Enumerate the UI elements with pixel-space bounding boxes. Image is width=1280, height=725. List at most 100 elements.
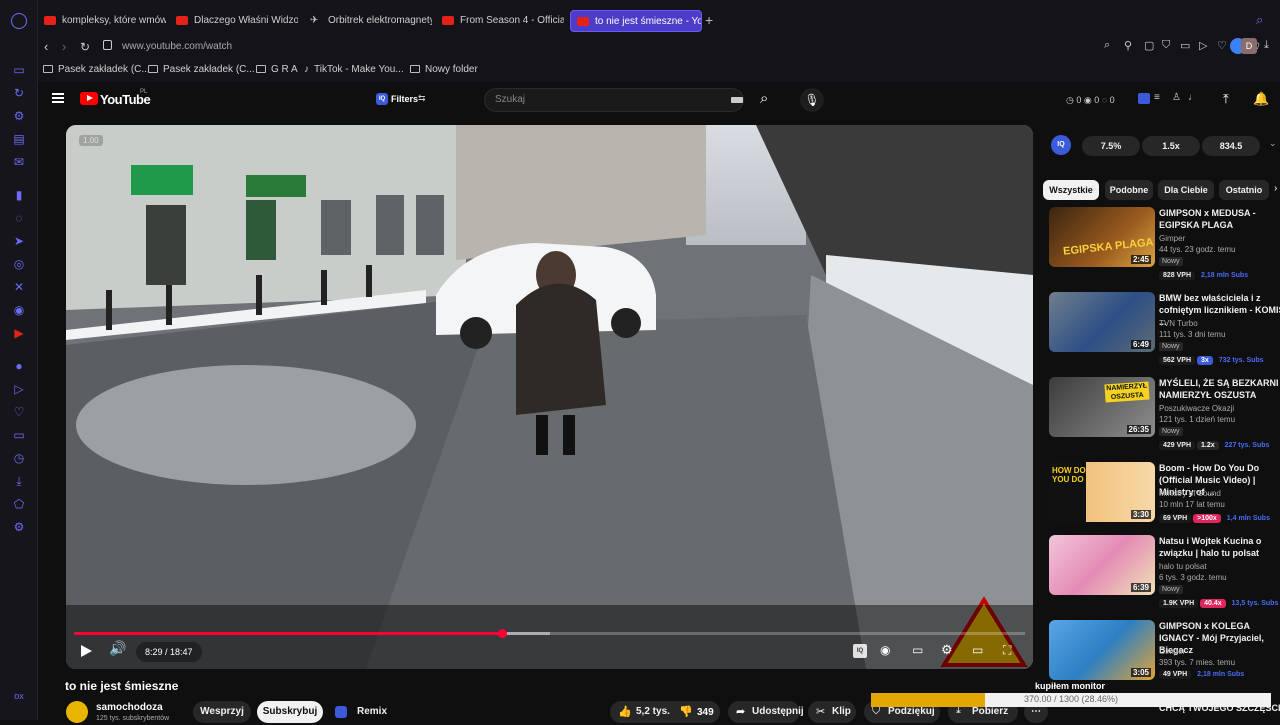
zoom-icon[interactable]: ⌕ — [1104, 39, 1110, 52]
twitch-icon[interactable]: ▮ — [11, 187, 27, 203]
video-thumbnail[interactable]: NAMIERZYŁ OSZUSTA 26:35 — [1049, 377, 1155, 437]
bookmark-link[interactable]: ♪ TikTok - Make You... — [304, 64, 404, 75]
heart-ext-icon[interactable]: ♡ — [1217, 39, 1227, 52]
wallet-icon[interactable]: ▭ — [11, 427, 27, 443]
chips-next-icon[interactable]: › — [1274, 183, 1277, 194]
chat-icon[interactable]: ◌ — [11, 210, 27, 226]
x-icon[interactable]: ✕ — [11, 279, 27, 295]
heart-icon[interactable]: ♡ — [11, 404, 27, 420]
forward-icon[interactable]: › — [62, 39, 66, 54]
video-thumbnail[interactable]: 6:49 — [1049, 292, 1155, 352]
card-channel[interactable]: Gimper — [1159, 647, 1185, 656]
recommendation-card[interactable]: EGIPSKA PLAGA 2:45 GIMPSON x MEDUSA - EG… — [1049, 207, 1280, 287]
shield-icon[interactable]: ⛉ — [1162, 39, 1170, 52]
reload-icon[interactable]: ↻ — [80, 40, 90, 54]
telegram-icon[interactable]: ➤ — [11, 233, 27, 249]
robot-icon[interactable]: ⚙ — [11, 108, 27, 124]
reader-icon[interactable]: ▭ — [1180, 39, 1190, 52]
volume-icon[interactable]: 🔊 — [109, 640, 126, 657]
channel-name[interactable]: samochodoza — [96, 702, 163, 713]
theater-icon[interactable]: ▭ — [972, 643, 983, 657]
thumb-down-icon[interactable]: 👎 — [679, 705, 693, 718]
seek-handle[interactable] — [497, 629, 507, 638]
messenger-icon[interactable]: ▭ — [11, 62, 27, 78]
search-icon[interactable]: ⌕ — [760, 90, 768, 107]
recommendation-card[interactable]: HOW DO YOU DO 3:30 Boom - How Do You Do … — [1049, 462, 1280, 542]
tab-1[interactable]: kompleksy, które wmówiły — [38, 10, 166, 32]
bookmark-folder[interactable]: Pasek zakładek (C... — [148, 64, 255, 75]
discord-icon[interactable]: ◉ — [11, 302, 27, 318]
bookmark-folder[interactable]: G R A — [256, 64, 298, 75]
card-channel[interactable]: Gimper — [1159, 234, 1185, 243]
download-app-icon[interactable]: ⤓ — [11, 473, 27, 489]
bell-alt-icon[interactable]: ♩ — [1188, 92, 1198, 103]
recommendation-card[interactable]: NAMIERZYŁ OSZUSTA 26:35 MYŚLELI, ŻE SĄ B… — [1049, 377, 1280, 457]
iq-expand-icon[interactable]: ⌄ — [1269, 138, 1277, 149]
subtitles-icon[interactable]: ▭ — [912, 643, 923, 657]
card-title[interactable]: GIMPSON x MEDUSA - EGIPSKA PLAGA — [1159, 207, 1280, 231]
keyboard-icon[interactable] — [731, 97, 743, 103]
iq-ext-icon[interactable] — [1138, 93, 1150, 104]
youtube-app-icon[interactable]: ▶ — [11, 325, 27, 341]
more-app-icon[interactable]: ox — [11, 688, 27, 704]
card-channel[interactable]: Ministry of Sound — [1159, 489, 1221, 498]
notes-icon[interactable]: ▤ — [11, 131, 27, 147]
card-title[interactable]: Natsu i Wojtek Kucina o związku | halo t… — [1159, 535, 1280, 559]
seek-bar[interactable] — [74, 629, 1025, 638]
card-channel[interactable]: TVN Turbo — [1159, 319, 1198, 328]
profile-avatar[interactable]: D — [1241, 38, 1257, 54]
refresh-app-icon[interactable]: ↻ — [11, 85, 27, 101]
search-input[interactable]: Szukaj — [484, 88, 744, 112]
menu-icon[interactable] — [52, 93, 64, 103]
notifications-icon[interactable]: 🔔 — [1253, 91, 1269, 107]
video-thumbnail[interactable]: HOW DO YOU DO 3:30 — [1049, 462, 1155, 522]
tab-3[interactable]: ✈ Orbitrek elektromagnetyczny — [304, 10, 432, 32]
tab-search-icon[interactable]: ⌕ — [1256, 12, 1263, 28]
send-icon[interactable]: ▷ — [11, 381, 27, 397]
card-title[interactable]: MYŚLELI, ŻE SĄ BEZKARNI - NAMIERZYŁ OSZU… — [1159, 377, 1280, 401]
history-icon[interactable]: ◷ — [11, 450, 27, 466]
video-player[interactable]: 1.00 🔊 8:29 / 18:47 IQ ◉ ▭ ⚙ ▭ ⛶ — [66, 125, 1033, 669]
lock-icon[interactable] — [103, 40, 112, 50]
url-field[interactable]: www.youtube.com/watch — [122, 41, 232, 52]
card-channel[interactable]: Poszukiwacze Okazji — [1159, 404, 1234, 413]
user-icon[interactable]: ♙ — [1172, 92, 1181, 103]
youtube-logo-icon[interactable] — [80, 92, 98, 105]
autoplay-icon[interactable]: ◉ — [880, 643, 890, 657]
browser-logo-icon[interactable] — [11, 13, 27, 29]
voice-search-icon[interactable]: 🎙 — [800, 88, 824, 112]
instagram-icon[interactable]: ◎ — [11, 256, 27, 272]
tab-4[interactable]: From Season 4 - Official T — [436, 10, 564, 32]
card-channel[interactable]: halo tu polsat — [1159, 562, 1207, 571]
play-icon[interactable] — [81, 645, 92, 657]
recommendation-card[interactable]: 6:49 BMW bez właściciela i z cofniętym l… — [1049, 292, 1280, 372]
fullscreen-icon[interactable]: ⛶ — [1003, 643, 1011, 658]
filters-button[interactable]: Filters — [391, 94, 418, 104]
recommendation-card[interactable]: 6:39 Natsu i Wojtek Kucina o związku | h… — [1049, 535, 1280, 615]
video-thumbnail[interactable]: EGIPSKA PLAGA 2:45 — [1049, 207, 1155, 267]
settings-app-icon[interactable]: ⚙ — [11, 519, 27, 535]
bookmark-folder[interactable]: Nowy folder — [410, 64, 478, 75]
chip-for-you[interactable]: Dla Ciebie — [1158, 180, 1214, 200]
video-thumbnail[interactable]: 3:05 — [1049, 620, 1155, 680]
settings-icon[interactable]: ⚙ — [941, 642, 953, 658]
video-thumbnail[interactable]: 6:39 — [1049, 535, 1155, 595]
bookmark-folder[interactable]: Pasek zakładek (C... — [43, 64, 150, 75]
mail-icon[interactable]: ✉ — [11, 154, 27, 170]
list-icon[interactable]: ≡ — [1154, 92, 1160, 103]
spotify-icon[interactable]: ● — [11, 358, 27, 374]
back-icon[interactable]: ‹ — [44, 39, 48, 54]
chip-all[interactable]: Wszystkie — [1043, 180, 1099, 200]
new-tab-button[interactable]: + — [705, 12, 713, 28]
download-icon[interactable]: ⤓ — [1264, 39, 1269, 52]
pin-icon[interactable]: ⚲ — [1124, 39, 1132, 52]
tab-2[interactable]: Dlaczego Właśni Widzowie — [170, 10, 298, 32]
tab-5-active[interactable]: to nie jest śmieszne - YouT — [570, 10, 702, 32]
play-ext-icon[interactable]: ▷ — [1199, 39, 1207, 52]
bookmark-icon[interactable]: ▢ — [1144, 39, 1154, 52]
chip-recent[interactable]: Ostatnio — [1219, 180, 1269, 200]
upload-icon[interactable]: ⤒ — [1223, 91, 1229, 107]
extensions-app-icon[interactable]: ⬠ — [11, 496, 27, 512]
iq-player-icon[interactable]: IQ — [853, 644, 867, 658]
chip-similar[interactable]: Podobne — [1105, 180, 1153, 200]
